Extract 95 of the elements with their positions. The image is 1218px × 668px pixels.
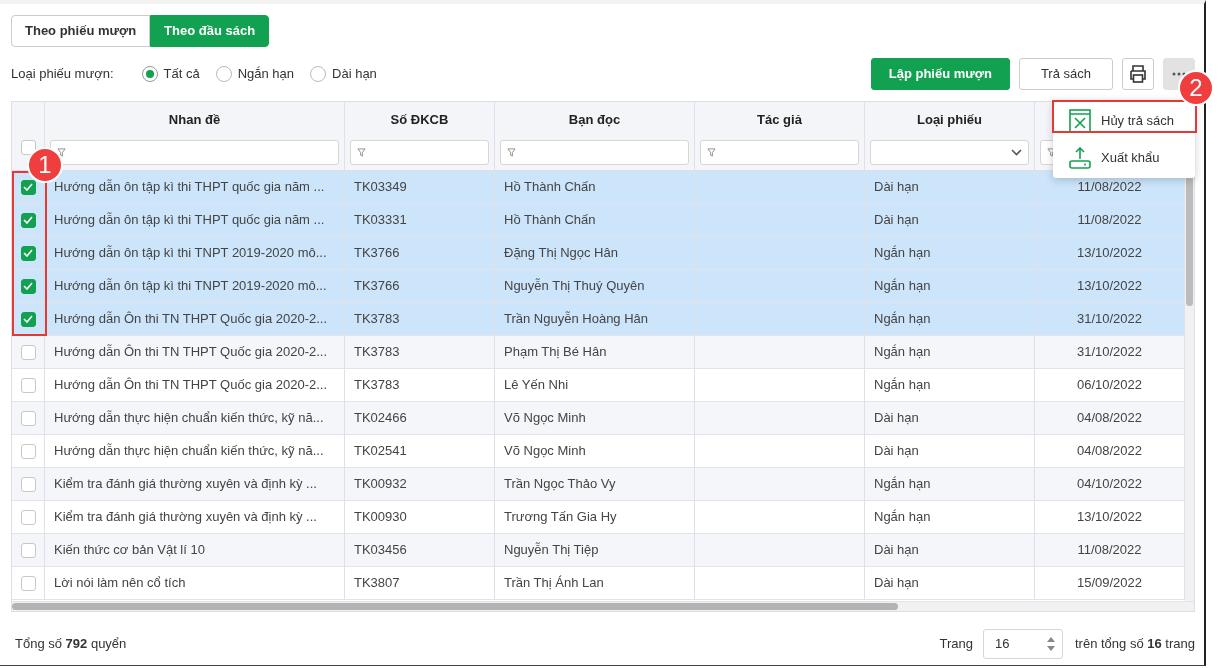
table-cell: Đặng Thị Ngọc Hân	[495, 237, 695, 270]
radio-option[interactable]: Dài hạn	[310, 64, 377, 84]
table-cell: Dài hạn	[865, 171, 1035, 204]
row-checkbox[interactable]	[20, 542, 36, 558]
table-cell: 13/10/2022	[1035, 237, 1185, 270]
filter-field[interactable]	[50, 140, 339, 165]
page-total: trên tổng số 16 trang	[1075, 635, 1195, 654]
table-cell: Ngắn hạn	[865, 336, 1035, 369]
table-cell: Nguyễn Thị Thuý Quyên	[495, 270, 695, 303]
filter-icon	[57, 148, 66, 157]
column-header: Bạn đọc	[568, 110, 621, 129]
row-checkbox[interactable]	[20, 179, 36, 195]
table-cell: 11/08/2022	[1035, 204, 1185, 237]
table-cell: Hướng dẫn Ôn thi TN THPT Quốc gia 2020-2...	[45, 303, 345, 336]
table-cell: Ngắn hạn	[865, 468, 1035, 501]
row-checkbox[interactable]	[20, 476, 36, 492]
table-cell: 11/08/2022	[1035, 534, 1185, 567]
table-cell: Hướng dẫn ôn tập kì thi TNPT 2019-2020 mô...	[45, 270, 345, 303]
table-cell: Hướng dẫn ôn tập kì thi TNPT 2019-2020 mô...	[45, 237, 345, 270]
table-cell: Hồ Thành Chấn	[495, 171, 695, 204]
horizontal-scrollbar[interactable]	[12, 603, 898, 610]
spinner-icon	[1046, 635, 1056, 653]
row-checkbox[interactable]	[20, 311, 36, 327]
table-cell: TK03456	[345, 534, 495, 567]
table-cell: TK00932	[345, 468, 495, 501]
table-cell: 13/10/2022	[1035, 270, 1185, 303]
filter-icon	[357, 148, 366, 157]
table-cell: Hướng dẫn Ôn thi TN THPT Quốc gia 2020-2...	[45, 336, 345, 369]
print-button[interactable]	[1122, 58, 1154, 90]
select-all-checkbox[interactable]	[20, 140, 36, 155]
filter-icon	[1047, 148, 1056, 157]
filter-field[interactable]	[700, 140, 859, 165]
view-tab[interactable]: Theo phiếu mượn	[11, 15, 151, 47]
table-cell: Phạm Thị Bé Hân	[495, 336, 695, 369]
row-checkbox[interactable]	[20, 575, 36, 591]
radio-option[interactable]: Ngắn hạn	[215, 64, 295, 84]
page-label: Trang	[939, 635, 973, 654]
row-checkbox[interactable]	[20, 278, 36, 294]
table-cell: 04/10/2022	[1035, 468, 1185, 501]
loan-type-label: Loại phiếu mượn:	[11, 65, 114, 84]
column-header: Nhan đề	[168, 110, 221, 129]
row-checkbox[interactable]	[20, 410, 36, 426]
table-cell: TK03331	[345, 204, 495, 237]
table-cell: Kiến thức cơ bản Vật lí 10	[45, 534, 345, 567]
column-header: Số ĐKCB	[390, 110, 449, 129]
row-checkbox[interactable]	[20, 212, 36, 228]
table-cell: Ngắn hạn	[865, 237, 1035, 270]
more-icon	[1172, 72, 1186, 76]
table-cell: Hồ Thành Chấn	[495, 204, 695, 237]
row-checkbox[interactable]	[20, 509, 36, 525]
filter-icon	[507, 148, 516, 157]
filter-field[interactable]	[350, 140, 489, 165]
table-cell: 31/10/2022	[1035, 336, 1185, 369]
table-cell: Hướng dẫn ôn tập kì thi THPT quốc gia năm ...	[45, 204, 345, 237]
table-cell: TK03349	[345, 171, 495, 204]
column-header: Loại phiếu	[917, 110, 982, 129]
return-books-button[interactable]: Trả sách	[1018, 58, 1113, 90]
table-cell: Trần Ngọc Thảo Vy	[495, 468, 695, 501]
table-cell: Lời nói làm nên cổ tích	[45, 567, 345, 600]
radio-option[interactable]: Tất cả	[141, 64, 200, 84]
upload-icon	[1069, 146, 1091, 169]
row-checkbox[interactable]	[20, 245, 36, 261]
filter-icon	[707, 148, 716, 157]
table-cell: Dài hạn	[865, 204, 1035, 237]
page-input[interactable]: 16	[983, 629, 1063, 659]
table-cell: TK3766	[345, 237, 495, 270]
table-cell: Dài hạn	[865, 567, 1035, 600]
table-cell: Hướng dẫn thực hiện chuẩn kiến thức, kỹ nă...	[45, 402, 345, 435]
table-cell: Trần Thị Ánh Lan	[495, 567, 695, 600]
chevron-icon	[1011, 149, 1022, 156]
table-cell: Ngắn hạn	[865, 270, 1035, 303]
table-cell: Kiểm tra đánh giá thường xuyên và định kỳ ...	[45, 468, 345, 501]
cancel-sheet-icon	[1069, 108, 1091, 133]
row-checkbox[interactable]	[20, 377, 36, 393]
table-cell: Nguyễn Thị Tiệp	[495, 534, 695, 567]
table-cell: TK3783	[345, 303, 495, 336]
step-callout-tooltip: 2	[1178, 70, 1214, 106]
printer-icon	[1128, 64, 1148, 84]
table-cell: TK3783	[345, 336, 495, 369]
row-checkbox[interactable]	[20, 344, 36, 360]
table-cell: 04/08/2022	[1035, 402, 1185, 435]
total-count: Tổng số 792 quyển	[15, 635, 127, 654]
table-cell: Trần Nguyễn Hoàng Hân	[495, 303, 695, 336]
table-cell: TK3766	[345, 270, 495, 303]
table-cell: Dài hạn	[865, 402, 1035, 435]
row-checkbox[interactable]	[20, 443, 36, 459]
filter-dropdown[interactable]	[870, 140, 1029, 165]
table-cell: Ngắn hạn	[865, 303, 1035, 336]
column-header: Tác giả	[757, 110, 802, 129]
table-cell: 31/10/2022	[1035, 303, 1185, 336]
filter-field[interactable]	[500, 140, 689, 165]
table-cell: Võ Ngọc Minh	[495, 402, 695, 435]
table-cell: TK02466	[345, 402, 495, 435]
table-cell: TK3807	[345, 567, 495, 600]
table-cell: Dài hạn	[865, 534, 1035, 567]
